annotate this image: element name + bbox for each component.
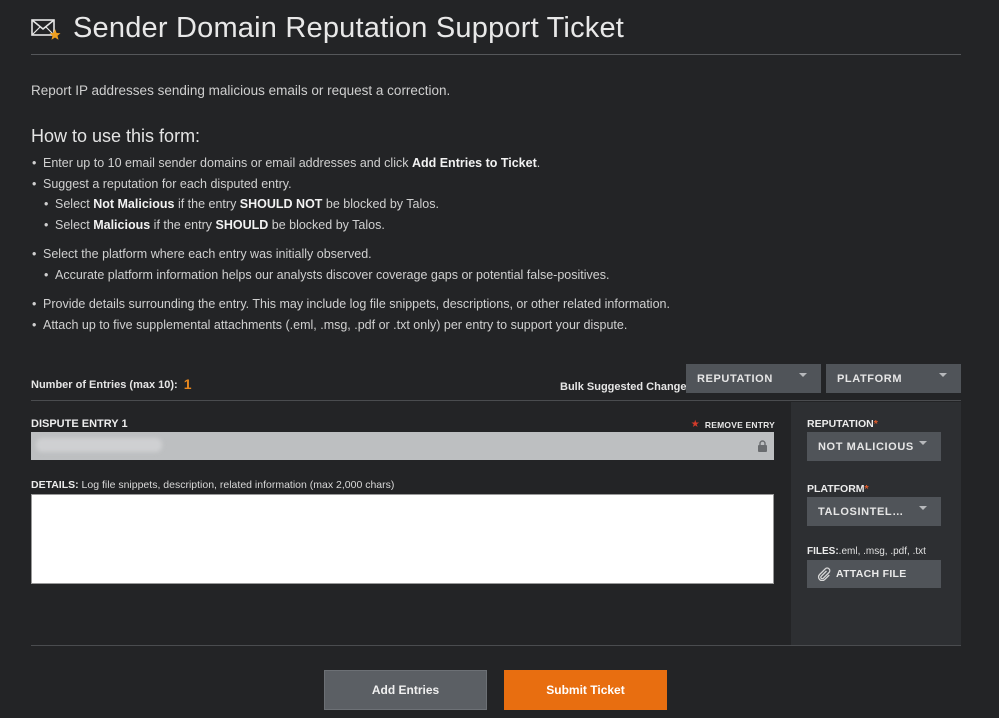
bulk-reputation-dropdown[interactable]: REPUTATION xyxy=(686,364,821,393)
files-label: FILES:.eml, .msg, .pdf, .txt xyxy=(807,546,926,557)
chevron-down-icon xyxy=(919,441,927,445)
chevron-down-icon xyxy=(919,506,927,510)
submit-ticket-button[interactable]: Submit Ticket xyxy=(504,670,667,710)
remove-entry-button[interactable]: ★ REMOVE ENTRY xyxy=(691,419,775,430)
list-item: Accurate platform information helps our … xyxy=(31,267,961,288)
remove-icon: ★ xyxy=(690,419,700,430)
divider xyxy=(31,400,961,401)
bulk-changes-label: Bulk Suggested Changes: xyxy=(560,381,697,393)
divider xyxy=(31,645,961,646)
details-textarea[interactable] xyxy=(31,494,774,584)
entries-count: 1 xyxy=(183,376,192,392)
list-item: Provide details surrounding the entry. T… xyxy=(31,296,961,317)
howto-title: How to use this form: xyxy=(31,126,201,146)
dispute-entry: DISPUTE ENTRY 1 ★ REMOVE ENTRY DETAILS: … xyxy=(31,402,791,646)
chevron-down-icon xyxy=(939,373,947,377)
platform-label: PLATFORM* xyxy=(807,483,869,495)
redacted-value xyxy=(36,438,162,452)
platform-dropdown[interactable]: TALOSINTELLIGENCE xyxy=(807,497,941,526)
bulk-platform-dropdown[interactable]: PLATFORM xyxy=(826,364,961,393)
list-item: Attach up to five supplemental attachmen… xyxy=(31,317,961,338)
entries-count-row: Number of Entries (max 10): 1 xyxy=(31,376,192,393)
add-entries-button[interactable]: Add Entries xyxy=(324,670,487,710)
list-item: Select Malicious if the entry SHOULD be … xyxy=(31,217,961,238)
chevron-down-icon xyxy=(799,373,807,377)
page-header: Sender Domain Reputation Support Ticket xyxy=(31,8,961,55)
intro-text: Report IP addresses sending malicious em… xyxy=(31,83,451,98)
list-item: Select the platform where each entry was… xyxy=(31,246,961,267)
list-item: Select Not Malicious if the entry SHOULD… xyxy=(31,196,961,217)
list-item: Enter up to 10 email sender domains or e… xyxy=(31,155,961,176)
details-label: DETAILS: Log file snippets, description,… xyxy=(31,479,395,491)
reputation-label: REPUTATION* xyxy=(807,418,878,430)
entries-count-label: Number of Entries (max 10): xyxy=(31,379,178,391)
attach-file-button[interactable]: ATTACH FILE xyxy=(807,560,941,588)
instructions-list: Enter up to 10 email sender domains or e… xyxy=(31,155,961,337)
lock-icon xyxy=(758,440,767,452)
mail-star-icon xyxy=(31,19,61,40)
entry-field xyxy=(31,432,774,460)
page-title: Sender Domain Reputation Support Ticket xyxy=(73,11,625,44)
entry-title: DISPUTE ENTRY 1 xyxy=(31,418,128,430)
paperclip-icon xyxy=(817,567,831,581)
entry-options-panel: REPUTATION* NOT MALICIOUS PLATFORM* TALO… xyxy=(791,402,961,646)
reputation-dropdown[interactable]: NOT MALICIOUS xyxy=(807,432,941,461)
list-item: Suggest a reputation for each disputed e… xyxy=(31,176,961,197)
